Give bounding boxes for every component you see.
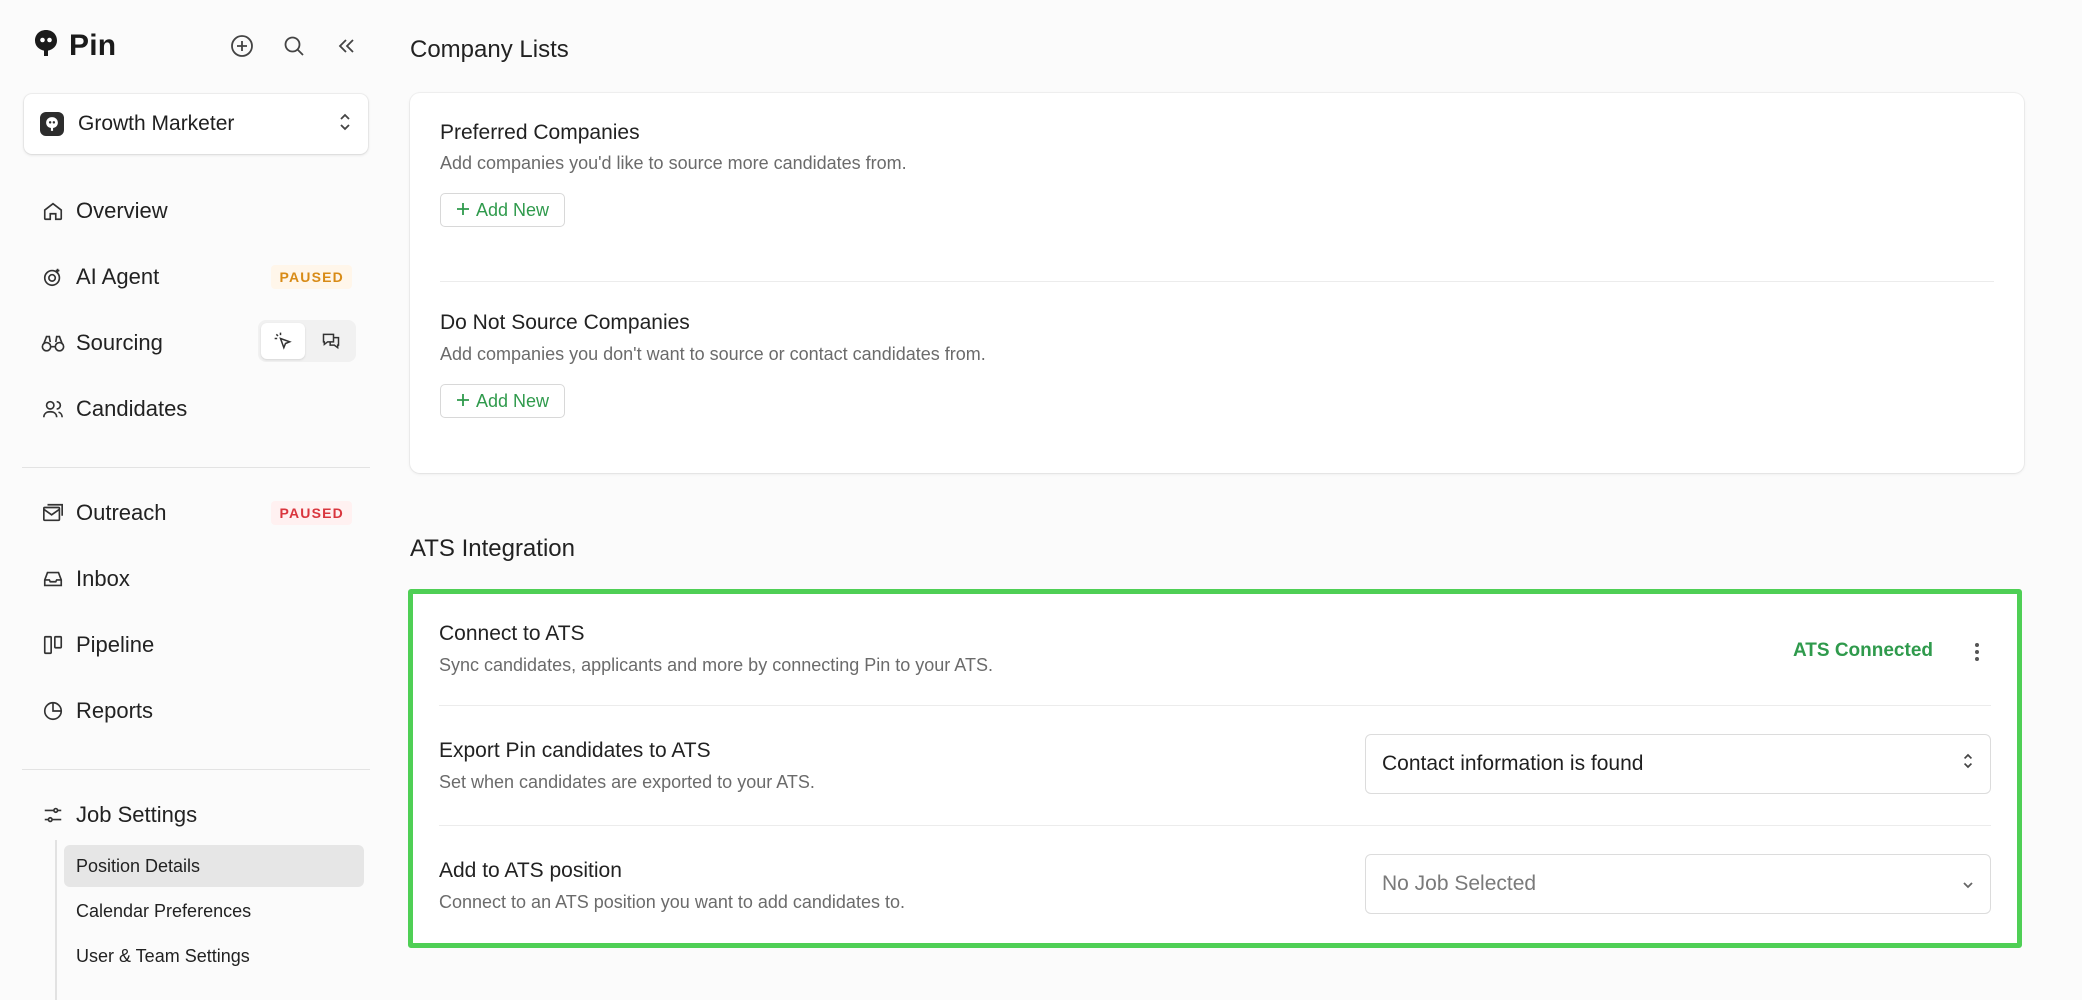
nav-item-candidates[interactable]: Candidates bbox=[40, 389, 360, 429]
chevron-updown-icon bbox=[338, 112, 352, 137]
sourcing-mode-toggle bbox=[258, 320, 356, 362]
ats-integration-card: Connect to ATS Sync candidates, applican… bbox=[408, 589, 2022, 948]
nav-item-outreach[interactable]: Outreach PAUSED bbox=[40, 493, 360, 533]
status-badge: PAUSED bbox=[271, 501, 352, 525]
chat-icon[interactable] bbox=[309, 323, 353, 359]
nav-item-ai-agent[interactable]: AI Agent PAUSED bbox=[40, 257, 360, 297]
add-do-not-source-company-button[interactable]: Add New bbox=[440, 384, 565, 418]
row-divider bbox=[439, 825, 1991, 826]
connect-ats-title: Connect to ATS bbox=[439, 622, 585, 645]
button-label: Add New bbox=[475, 199, 550, 220]
sub-item-position-details[interactable]: Position Details bbox=[64, 845, 364, 887]
pipeline-icon bbox=[40, 632, 66, 658]
status-badge: PAUSED bbox=[271, 265, 352, 289]
job-name: Growth Marketer bbox=[78, 112, 235, 135]
nav-item-overview[interactable]: Overview bbox=[40, 191, 360, 231]
sidebar-divider bbox=[22, 467, 370, 468]
nav-item-pipeline[interactable]: Pipeline bbox=[40, 625, 360, 665]
nav-label: Pipeline bbox=[76, 632, 155, 657]
pie-chart-icon bbox=[40, 698, 66, 724]
export-ats-desc: Set when candidates are exported to your… bbox=[439, 772, 815, 792]
row-divider bbox=[439, 705, 1991, 706]
section-title-ats-integration: ATS Integration bbox=[410, 535, 575, 562]
more-options-icon[interactable] bbox=[1965, 634, 1989, 670]
do-not-source-desc: Add companies you don't want to source o… bbox=[440, 344, 986, 364]
company-lists-card: Preferred Companies Add companies you'd … bbox=[410, 93, 2024, 473]
ats-position-title: Add to ATS position bbox=[439, 859, 622, 882]
nav-label: Inbox bbox=[76, 566, 130, 591]
export-ats-title: Export Pin candidates to ATS bbox=[439, 739, 711, 762]
ai-agent-icon bbox=[40, 264, 66, 290]
sub-item-user-team-settings[interactable]: User & Team Settings bbox=[64, 935, 364, 977]
binoculars-icon bbox=[40, 330, 66, 356]
chevron-down-icon bbox=[1962, 872, 1974, 896]
do-not-source-title: Do Not Source Companies bbox=[440, 311, 690, 334]
add-preferred-company-button[interactable]: Add New bbox=[440, 193, 565, 227]
preferred-companies-title: Preferred Companies bbox=[440, 121, 640, 144]
plus-icon bbox=[456, 200, 470, 221]
brand-name: Pin bbox=[69, 28, 117, 62]
submenu-line bbox=[55, 840, 57, 1000]
nav-label: Reports bbox=[76, 698, 154, 723]
nav-label: Sourcing bbox=[76, 330, 163, 355]
pin-logo-icon bbox=[33, 28, 59, 63]
users-icon bbox=[40, 396, 66, 422]
nav-label: Outreach bbox=[76, 500, 167, 525]
nav-item-inbox[interactable]: Inbox bbox=[40, 559, 360, 599]
nav-item-reports[interactable]: Reports bbox=[40, 691, 360, 731]
plus-icon bbox=[456, 391, 470, 412]
job-logo-icon bbox=[40, 112, 64, 136]
settings-sliders-icon bbox=[40, 802, 66, 828]
ats-position-select[interactable]: No Job Selected bbox=[1365, 854, 1991, 914]
home-icon bbox=[40, 198, 66, 224]
sub-item-calendar-preferences[interactable]: Calendar Preferences bbox=[64, 890, 364, 932]
nav-label: Candidates bbox=[76, 396, 188, 421]
mail-icon bbox=[40, 500, 66, 526]
add-circle-icon[interactable] bbox=[228, 32, 256, 60]
button-label: Add New bbox=[475, 390, 550, 411]
export-trigger-select[interactable]: Contact information is found bbox=[1365, 734, 1991, 794]
select-value: Contact information is found bbox=[1382, 752, 1644, 775]
nav-item-job-settings[interactable]: Job Settings bbox=[40, 795, 360, 835]
inbox-icon bbox=[40, 566, 66, 592]
chevron-updown-icon bbox=[1962, 752, 1974, 776]
job-selector[interactable]: Growth Marketer bbox=[24, 94, 368, 154]
section-title-company-lists: Company Lists bbox=[410, 36, 569, 63]
search-icon[interactable] bbox=[280, 32, 308, 60]
sidebar: Pin Growth Marketer Overview AI Agent PA… bbox=[0, 0, 390, 1000]
nav-label: AI Agent bbox=[76, 264, 160, 289]
nav-item-sourcing[interactable]: Sourcing bbox=[40, 320, 360, 363]
connect-ats-desc: Sync candidates, applicants and more by … bbox=[439, 655, 993, 675]
brand[interactable]: Pin bbox=[33, 28, 116, 63]
nav-label: Job Settings bbox=[76, 802, 198, 827]
preferred-companies-desc: Add companies you'd like to source more … bbox=[440, 153, 907, 173]
ats-position-desc: Connect to an ATS position you want to a… bbox=[439, 892, 905, 912]
sidebar-divider bbox=[22, 769, 370, 770]
collapse-sidebar-icon[interactable] bbox=[332, 32, 360, 60]
select-value: No Job Selected bbox=[1382, 872, 1537, 895]
card-divider bbox=[440, 281, 1994, 282]
ats-connected-status: ATS Connected bbox=[1792, 640, 1933, 661]
cursor-click-icon[interactable] bbox=[261, 323, 305, 359]
nav-label: Overview bbox=[76, 198, 168, 223]
